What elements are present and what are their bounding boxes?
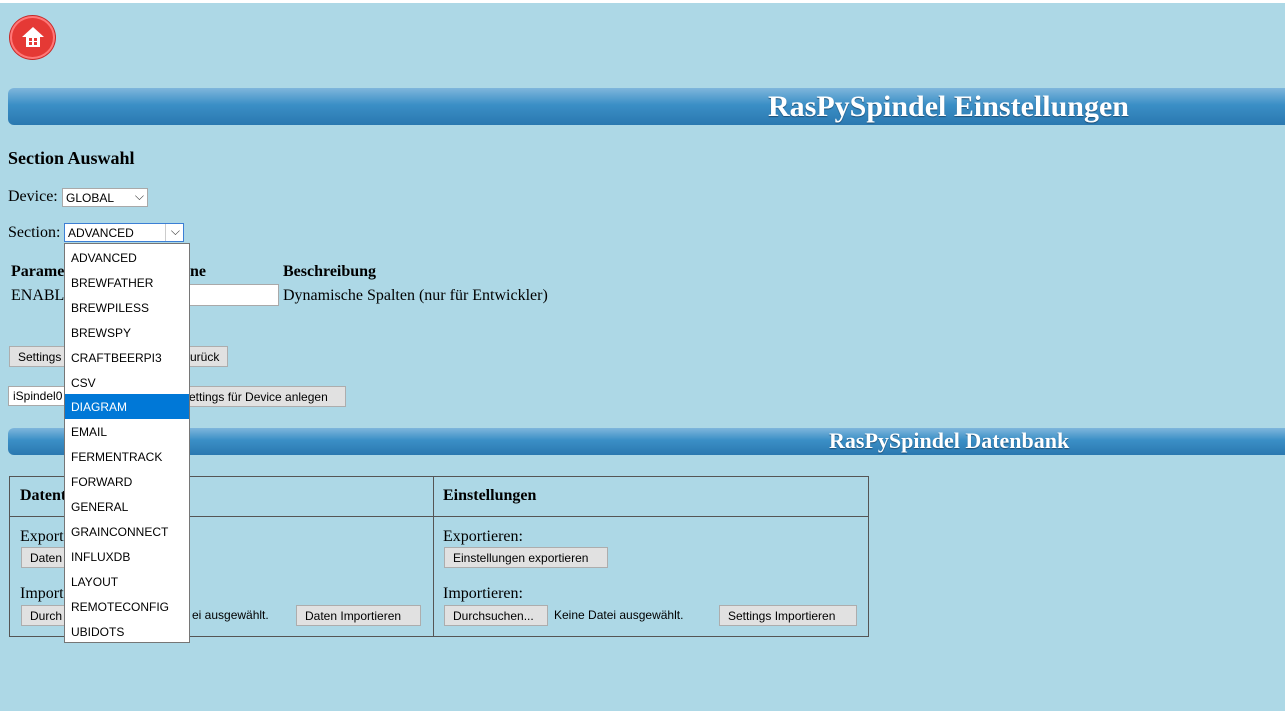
settings-import-button[interactable]: Settings Importieren (719, 605, 857, 626)
data-no-file-text: ei ausgewählt. (192, 608, 269, 622)
data-export-label: Export (20, 528, 64, 545)
data-import-label: Import (20, 585, 64, 602)
data-column-header: Datent (20, 487, 67, 504)
section-dropdown-list[interactable]: ADVANCED BREWFATHER BREWPILESS BREWSPY CRAFT… (64, 243, 190, 643)
dropdown-option[interactable]: REMOTECONFIG (65, 594, 189, 619)
dropdown-option[interactable]: ADVANCED (65, 245, 189, 270)
device-select-value: GLOBAL (66, 191, 115, 205)
dropdown-option[interactable]: BREWSPY (65, 320, 189, 345)
dropdown-option[interactable]: EMAIL (65, 419, 189, 444)
dropdown-option[interactable]: CSV (65, 370, 189, 395)
dropdown-option[interactable]: GENERAL (65, 494, 189, 519)
dropdown-option[interactable]: INFLUXDB (65, 544, 189, 569)
column-header-value: ne (190, 263, 206, 280)
settings-column-header: Einstellungen (443, 487, 537, 504)
database-title: RasPySpindel Datenbank (829, 428, 1070, 453)
settings-import-label: Importieren: (443, 585, 523, 602)
param-value-input[interactable] (188, 284, 279, 306)
dropdown-option[interactable]: DIAGRAM (65, 394, 189, 420)
save-settings-button[interactable]: Settings (9, 346, 69, 367)
column-header-description: Beschreibung (283, 263, 377, 280)
database-banner: RasPySpindel Datenbank (8, 428, 1285, 455)
param-name: ENABL (11, 287, 65, 304)
device-select[interactable]: GLOBAL ⌵ (62, 188, 148, 207)
dropdown-option[interactable]: FORWARD (65, 469, 189, 494)
chevron-down-icon: ⌵ (134, 189, 144, 203)
home-button[interactable] (10, 16, 55, 59)
dropdown-option[interactable]: BREWFATHER (65, 270, 189, 295)
dropdown-option[interactable]: CRAFTBEERPI3 (65, 345, 189, 370)
section-select-value: ADVANCED (68, 226, 134, 240)
device-label: Device: (8, 188, 58, 205)
home-icon (22, 27, 44, 47)
create-device-settings-button[interactable]: ettings für Device anlegen (185, 386, 346, 407)
section-label: Section: (8, 224, 61, 241)
data-import-button[interactable]: Daten Importieren (296, 605, 421, 626)
settings-export-label: Exportieren: (443, 528, 523, 545)
param-description: Dynamische Spalten (nur für Entwickler) (283, 287, 548, 304)
settings-export-button[interactable]: Einstellungen exportieren (444, 547, 608, 568)
dropdown-option[interactable]: GRAINCONNECT (65, 519, 189, 544)
section-heading: Section Auswahl (8, 148, 135, 168)
reset-button[interactable]: urück (185, 346, 228, 367)
chevron-down-icon: ⌵ (170, 224, 180, 238)
dropdown-option[interactable]: FERMENTRACK (65, 444, 189, 469)
settings-browse-button[interactable]: Durchsuchen... (444, 605, 548, 626)
page-title: RasPySpindel Einstellungen (768, 90, 1129, 123)
top-border (0, 0, 1285, 3)
settings-no-file-text: Keine Datei ausgewählt. (554, 608, 684, 622)
dropdown-option[interactable]: LAYOUT (65, 569, 189, 594)
section-select[interactable]: ADVANCED ⌵ (64, 223, 184, 242)
dropdown-option[interactable]: BREWPILESS (65, 295, 189, 320)
dropdown-option[interactable]: UBIDOTS (65, 619, 189, 644)
settings-banner: RasPySpindel Einstellungen (8, 88, 1285, 125)
column-header-parameter: Parame (11, 263, 65, 280)
device-name-input[interactable]: iSpindel0 (8, 386, 68, 406)
